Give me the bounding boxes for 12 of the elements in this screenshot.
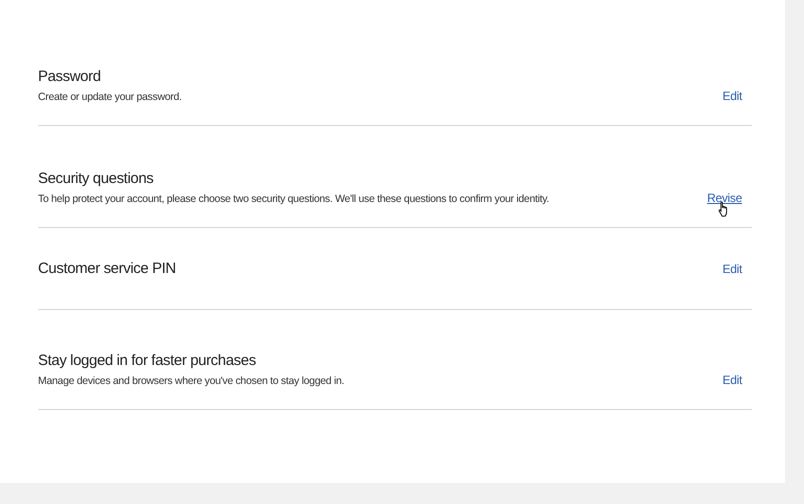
- edit-link[interactable]: Revise: [707, 191, 742, 205]
- section-title: Security questions: [38, 170, 154, 187]
- section-description: Create or update your password.: [38, 91, 182, 103]
- hand-cursor-icon: [718, 201, 730, 217]
- edit-link[interactable]: Edit: [722, 373, 742, 387]
- edit-link[interactable]: Edit: [722, 262, 742, 276]
- section-description: Manage devices and browsers where you've chosen to stay logged in.: [38, 375, 344, 387]
- section-description: To help protect your account, please choose two security questions. We'll use these questions to confirm your identity.: [38, 193, 550, 205]
- edit-link[interactable]: Edit: [722, 89, 742, 103]
- section-title: Password: [38, 68, 102, 85]
- section-title: Customer service PIN: [38, 260, 176, 277]
- section-title: Stay logged in for faster purchases: [38, 352, 257, 369]
